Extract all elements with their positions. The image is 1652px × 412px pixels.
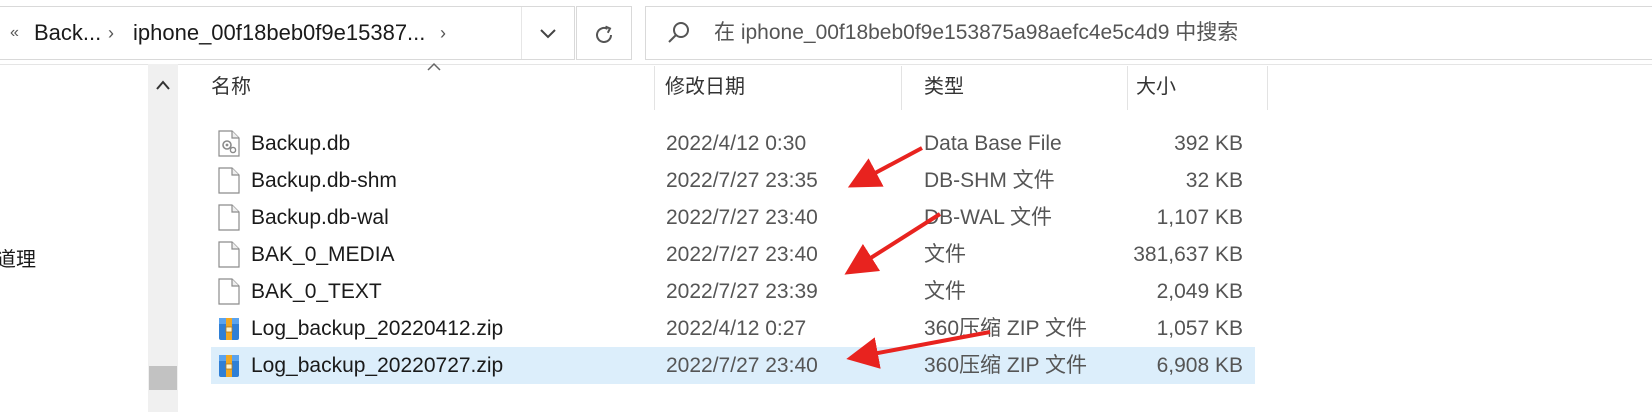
refresh-icon bbox=[596, 25, 612, 44]
scroll-up-icon[interactable] bbox=[148, 72, 178, 98]
blank-file-icon bbox=[218, 278, 240, 305]
blank-file-icon bbox=[218, 241, 240, 268]
column-header-size[interactable]: 大小 bbox=[1136, 64, 1176, 110]
file-type: DB-SHM 文件 bbox=[924, 169, 1055, 192]
file-name[interactable]: Log_backup_20220412.zip bbox=[251, 310, 503, 347]
breadcrumb-item-backup[interactable]: Back... bbox=[34, 7, 101, 59]
file-type: 360压缩 ZIP 文件 bbox=[924, 354, 1087, 377]
column-divider[interactable] bbox=[654, 66, 655, 110]
file-type: DB-WAL 文件 bbox=[924, 206, 1052, 229]
column-header-type[interactable]: 类型 bbox=[924, 64, 964, 110]
zip-archive-icon bbox=[219, 318, 239, 340]
search-icon bbox=[668, 22, 689, 43]
nav-item-label[interactable]: 道理 bbox=[0, 243, 36, 272]
file-name[interactable]: BAK_0_TEXT bbox=[251, 273, 382, 310]
file-row[interactable]: Backup.db 2022/4/12 0:30 Data Base File … bbox=[211, 125, 1255, 162]
search-box[interactable]: 在 iphone_00f18beb0f9e153875a98aefc4e5c4d… bbox=[645, 6, 1652, 60]
breadcrumb-separator-icon[interactable]: › bbox=[440, 7, 446, 59]
breadcrumb-overflow-icon[interactable]: « bbox=[10, 7, 19, 59]
column-divider[interactable] bbox=[901, 66, 902, 110]
nav-scrollbar[interactable] bbox=[148, 64, 178, 412]
file-name[interactable]: Backup.db-wal bbox=[251, 199, 389, 236]
column-header-name[interactable]: 名称 bbox=[211, 64, 251, 110]
refresh-button[interactable] bbox=[576, 6, 632, 60]
address-bar[interactable]: « Back... › iphone_00f18beb0f9e15387... … bbox=[0, 6, 575, 60]
file-date: 2022/7/27 23:40 bbox=[666, 243, 818, 266]
file-row-selected[interactable]: Log_backup_20220727.zip 2022/7/27 23:40 … bbox=[211, 347, 1255, 384]
file-name[interactable]: Backup.db bbox=[251, 125, 350, 162]
file-type: 文件 bbox=[924, 280, 966, 303]
file-size: 1,107 KB bbox=[1156, 206, 1243, 229]
sort-ascending-icon bbox=[427, 58, 441, 75]
file-row[interactable]: Log_backup_20220412.zip 2022/4/12 0:27 3… bbox=[211, 310, 1255, 347]
db-file-icon bbox=[218, 130, 240, 157]
file-size: 6,908 KB bbox=[1156, 354, 1243, 377]
file-type: 文件 bbox=[924, 243, 966, 266]
breadcrumb-item-iphone[interactable]: iphone_00f18beb0f9e15387... bbox=[133, 7, 425, 59]
file-name[interactable]: BAK_0_MEDIA bbox=[251, 236, 395, 273]
file-date: 2022/4/12 0:27 bbox=[666, 317, 807, 340]
file-name[interactable]: Log_backup_20220727.zip bbox=[251, 347, 503, 384]
zip-archive-icon bbox=[219, 355, 239, 377]
file-row[interactable]: Backup.db-wal 2022/7/27 23:40 DB-WAL 文件 … bbox=[211, 199, 1255, 236]
file-row[interactable]: BAK_0_MEDIA 2022/7/27 23:40 文件 381,637 K… bbox=[211, 236, 1255, 273]
file-row[interactable]: BAK_0_TEXT 2022/7/27 23:39 文件 2,049 KB bbox=[211, 273, 1255, 310]
file-size: 392 KB bbox=[1174, 132, 1243, 155]
file-date: 2022/7/27 23:39 bbox=[666, 280, 818, 303]
file-size: 32 KB bbox=[1185, 169, 1243, 192]
file-type: 360压缩 ZIP 文件 bbox=[924, 317, 1087, 340]
file-name[interactable]: Backup.db-shm bbox=[251, 162, 397, 199]
blank-file-icon bbox=[218, 167, 240, 194]
file-date: 2022/7/27 23:35 bbox=[666, 169, 818, 192]
column-divider[interactable] bbox=[1127, 66, 1128, 110]
file-size: 381,637 KB bbox=[1133, 243, 1243, 266]
blank-file-icon bbox=[218, 204, 240, 231]
column-header-date[interactable]: 修改日期 bbox=[665, 64, 745, 110]
file-type: Data Base File bbox=[924, 132, 1062, 155]
file-row[interactable]: Backup.db-shm 2022/7/27 23:35 DB-SHM 文件 … bbox=[211, 162, 1255, 199]
search-placeholder[interactable]: 在 iphone_00f18beb0f9e153875a98aefc4e5c4d… bbox=[714, 7, 1238, 59]
file-date: 2022/4/12 0:30 bbox=[666, 132, 807, 155]
scrollbar-thumb[interactable] bbox=[149, 366, 177, 390]
column-divider[interactable] bbox=[1267, 66, 1268, 110]
toolbar: « Back... › iphone_00f18beb0f9e15387... … bbox=[0, 0, 1652, 65]
file-size: 2,049 KB bbox=[1156, 280, 1243, 303]
file-date: 2022/7/27 23:40 bbox=[666, 206, 818, 229]
history-dropdown-chevron-icon[interactable] bbox=[521, 7, 574, 59]
file-size: 1,057 KB bbox=[1156, 317, 1243, 340]
file-date: 2022/7/27 23:40 bbox=[666, 354, 818, 377]
breadcrumb-separator-icon[interactable]: › bbox=[108, 7, 114, 59]
